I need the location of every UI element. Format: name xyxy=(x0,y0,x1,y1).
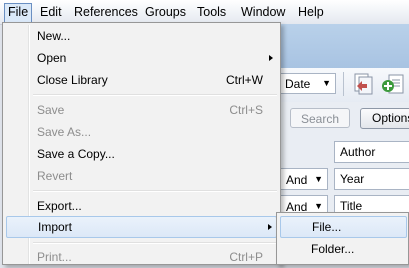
submenu-item-label: File... xyxy=(312,220,342,234)
menu-item-label: Revert xyxy=(37,169,73,183)
search-field-year[interactable]: Year xyxy=(334,168,409,190)
chevron-down-icon: ▼ xyxy=(322,78,331,88)
menu-item-label: Export... xyxy=(37,199,82,213)
menu-separator xyxy=(33,190,277,192)
submenu-item-label: Folder... xyxy=(311,242,355,256)
toolbar-divider xyxy=(343,72,344,96)
menu-window[interactable]: Window xyxy=(238,3,288,21)
menu-item-label: Save As... xyxy=(37,125,92,139)
menu-item-revert: Revert xyxy=(6,165,277,187)
window-header xyxy=(270,24,409,68)
options-button[interactable]: Options xyxy=(360,108,409,129)
submenu-arrow-icon xyxy=(268,224,272,230)
menu-tools[interactable]: Tools xyxy=(194,3,229,21)
menu-help[interactable]: Help xyxy=(295,3,327,21)
new-reference-icon xyxy=(382,74,404,94)
menu-item-new[interactable]: New... xyxy=(6,25,277,47)
menu-item-label: Import xyxy=(38,220,73,234)
menu-item-save: Save Ctrl+S xyxy=(6,99,277,121)
menu-item-close-library[interactable]: Close Library Ctrl+W xyxy=(6,69,277,91)
copy-reference-button[interactable] xyxy=(351,72,375,96)
submenu-item-file[interactable]: File... xyxy=(280,216,407,238)
menu-item-open[interactable]: Open xyxy=(6,47,277,69)
sort-dropdown-value: Date xyxy=(285,77,311,91)
sort-dropdown[interactable]: Date ▼ xyxy=(272,73,336,94)
menu-item-save-copy[interactable]: Save a Copy... xyxy=(6,143,277,165)
menu-item-label: New... xyxy=(37,29,71,43)
menu-references[interactable]: References xyxy=(71,3,141,21)
chevron-down-icon: ▼ xyxy=(314,201,323,211)
menu-file[interactable]: File xyxy=(4,3,33,23)
search-button[interactable]: Search xyxy=(290,108,350,128)
menu-item-label: Open xyxy=(37,51,67,65)
new-reference-button[interactable] xyxy=(381,72,405,96)
menu-item-export[interactable]: Export... xyxy=(6,195,277,217)
menu-item-shortcut: Ctrl+S xyxy=(229,103,263,117)
menu-item-label: Save xyxy=(37,103,65,117)
menu-item-import[interactable]: Import xyxy=(6,216,277,238)
import-submenu: File... Folder... xyxy=(276,212,409,265)
menu-item-shortcut: Ctrl+W xyxy=(226,73,263,87)
file-menu: New... Open Close Library Ctrl+W Save Ct… xyxy=(2,22,281,265)
copy-reference-icon xyxy=(354,73,373,95)
submenu-item-folder[interactable]: Folder... xyxy=(280,238,407,260)
chevron-down-icon: ▼ xyxy=(314,174,323,184)
menu-item-label: Close Library xyxy=(37,73,108,87)
menu-item-label: Save a Copy... xyxy=(37,147,115,161)
menu-edit[interactable]: Edit xyxy=(37,3,65,21)
menu-item-save-as: Save As... xyxy=(6,121,277,143)
operator-value: And xyxy=(286,173,308,187)
menu-groups[interactable]: Groups xyxy=(142,3,189,21)
operator-dropdown[interactable]: And ▼ xyxy=(280,168,328,190)
search-field-author[interactable]: Author xyxy=(334,141,409,163)
menu-separator xyxy=(33,94,277,96)
menu-separator xyxy=(33,242,277,244)
submenu-arrow-icon xyxy=(269,55,273,61)
